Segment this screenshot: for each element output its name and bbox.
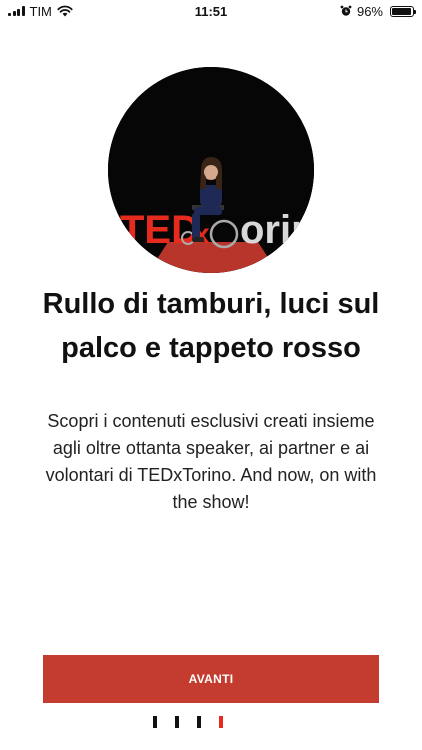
page-description: Scopri i contenuti esclusivi creati insi… xyxy=(45,411,377,512)
wifi-icon xyxy=(57,5,73,17)
page-dot xyxy=(197,716,201,728)
svg-text:TED: TED xyxy=(120,208,200,252)
battery-level xyxy=(392,7,412,15)
page-indicator xyxy=(153,716,223,728)
speaker-on-stage-image: TED x orin xyxy=(108,67,314,273)
status-right: 96% xyxy=(340,3,416,19)
page-dot xyxy=(219,716,223,728)
battery-percent: 96% xyxy=(356,3,383,19)
battery-icon xyxy=(390,5,416,17)
next-button[interactable]: AVANTI xyxy=(43,655,379,703)
page-dot xyxy=(153,716,157,728)
carrier-name: TIM xyxy=(29,3,52,19)
status-bar: TIM 11:51 96% xyxy=(0,0,422,22)
alarm-icon xyxy=(340,5,352,16)
page-dot xyxy=(175,716,179,728)
onboarding-screen: TIM 11:51 96% TED x orin Rullo di tambur… xyxy=(0,0,422,750)
signal-icon xyxy=(8,6,25,16)
status-time: 11:51 xyxy=(194,3,228,19)
stage-illustration: TED x orin xyxy=(108,67,314,273)
svg-text:orin: orin xyxy=(240,208,314,252)
page-title: Rullo di tamburi, luci sul palco e tappe… xyxy=(42,288,380,364)
status-left: TIM xyxy=(8,4,73,19)
